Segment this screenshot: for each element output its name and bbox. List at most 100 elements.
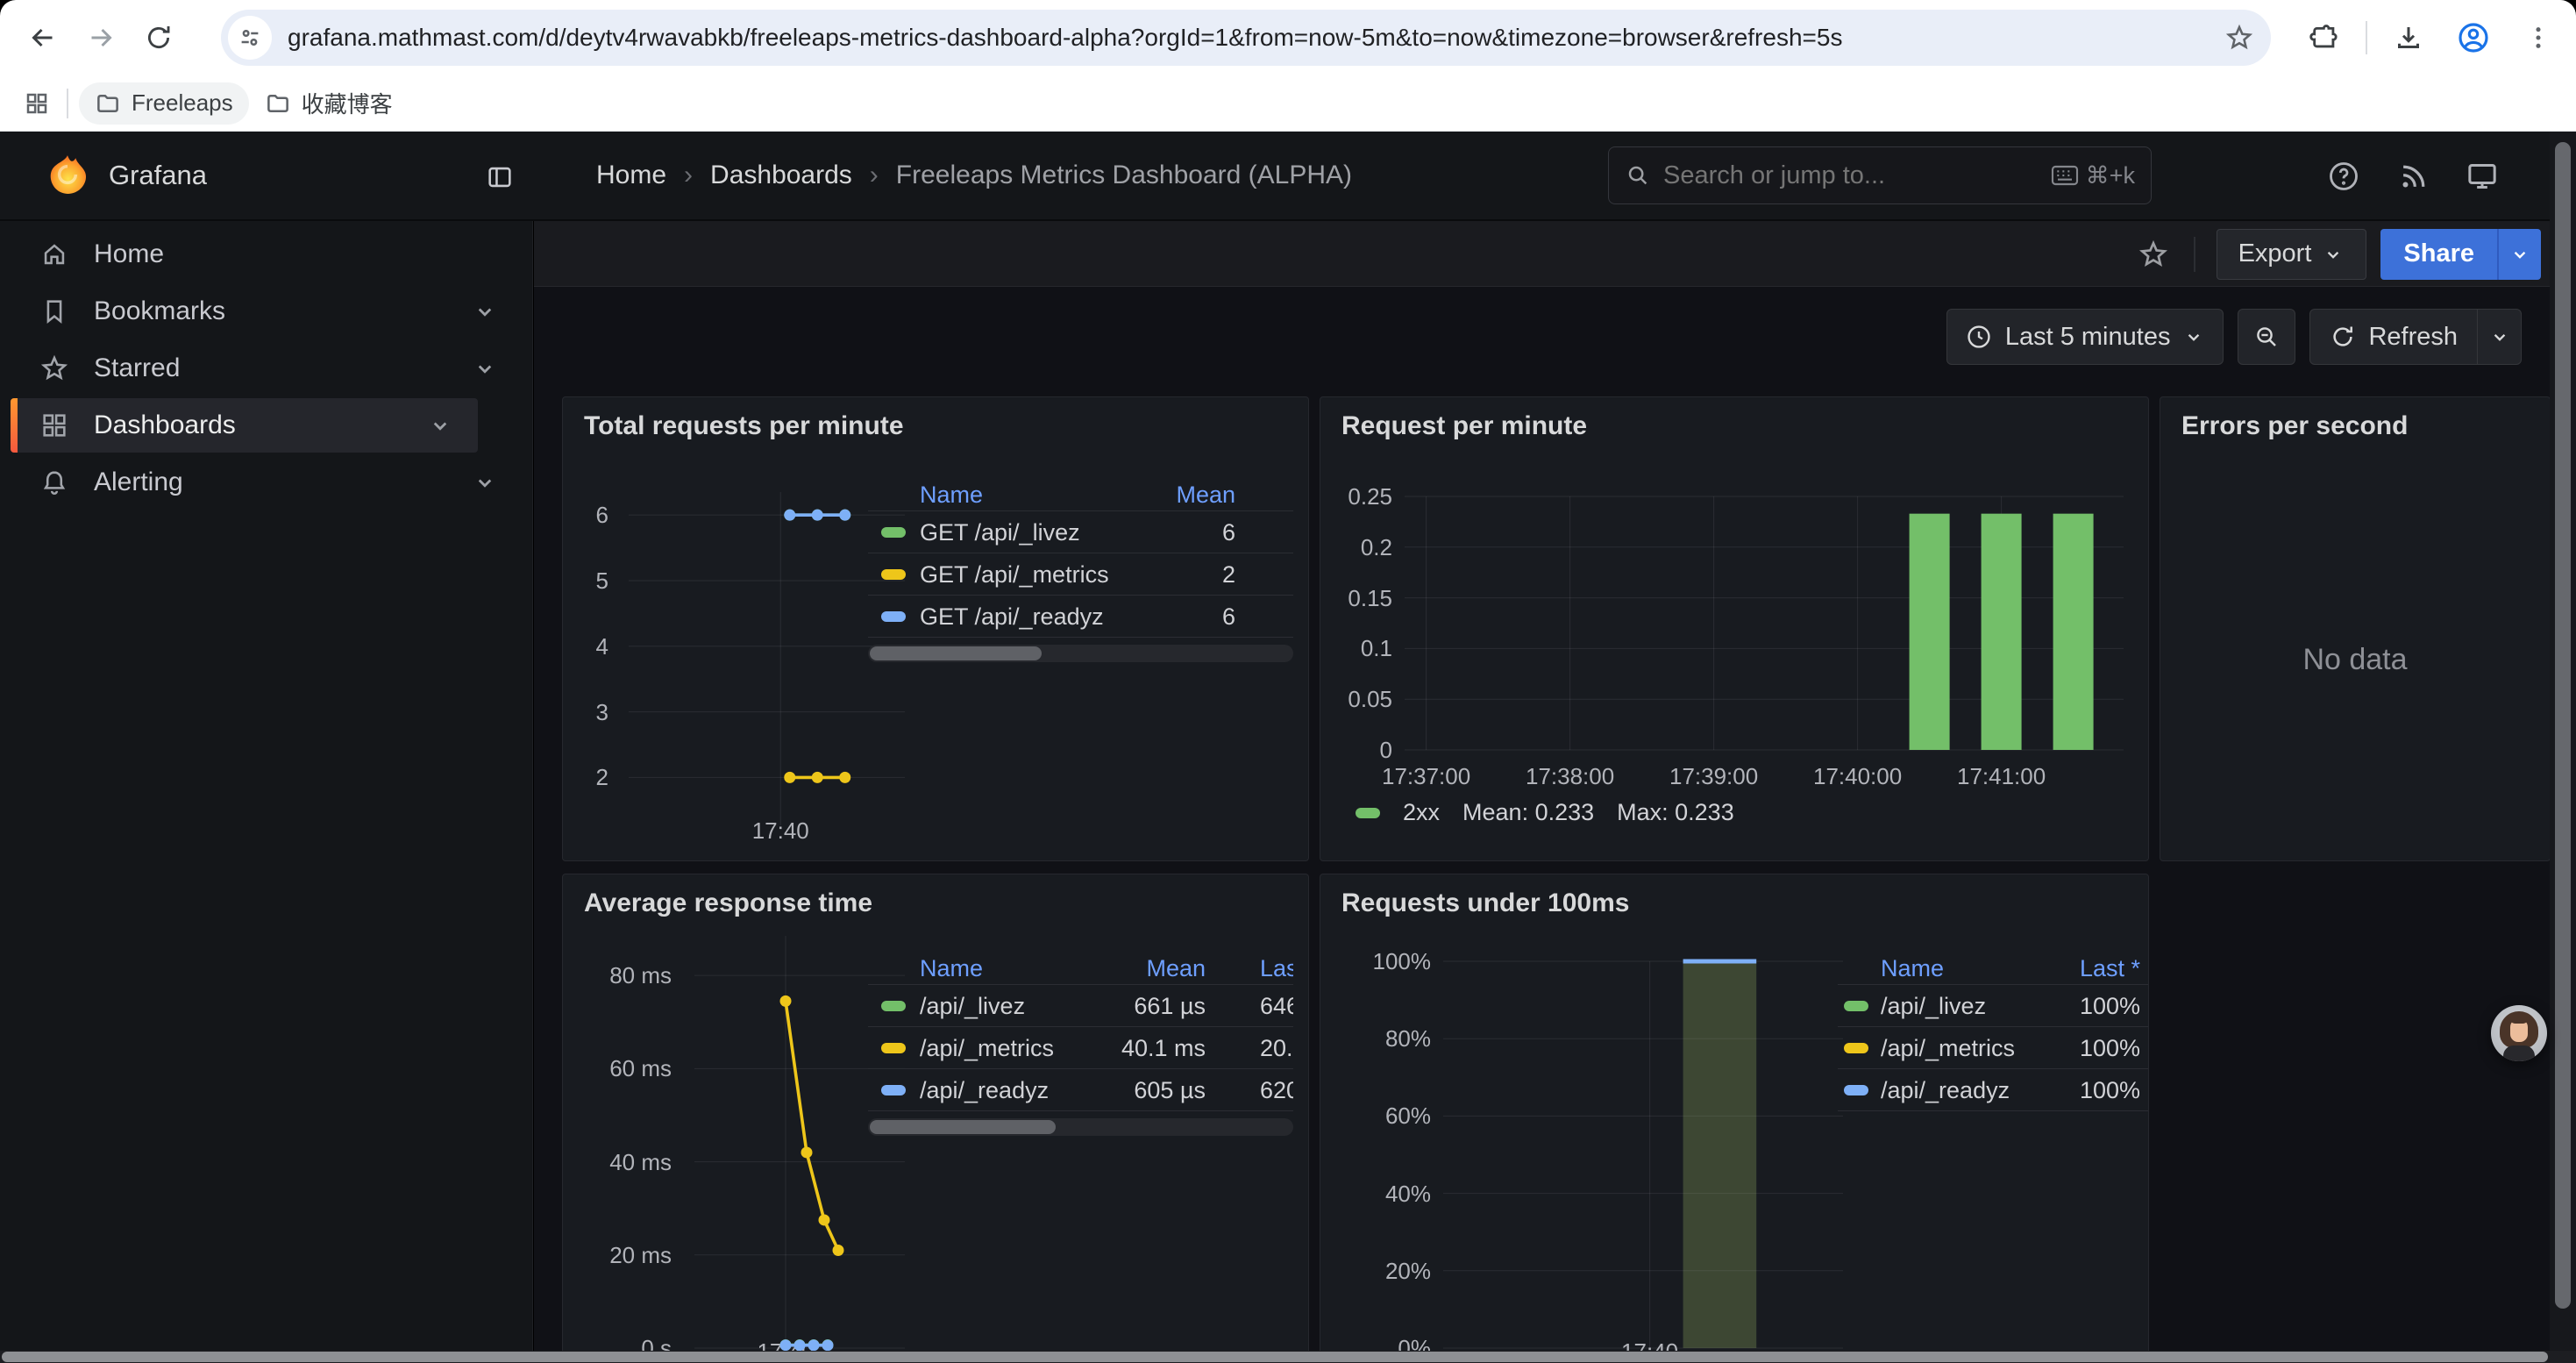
chevron-down-icon bbox=[2508, 243, 2531, 266]
bar bbox=[1910, 514, 1950, 750]
data-point bbox=[784, 772, 795, 783]
panel-p4: Average response time0 s20 ms40 ms60 ms8… bbox=[562, 874, 1309, 1363]
breadcrumb-home[interactable]: Home bbox=[596, 161, 666, 190]
sidebar-item-home[interactable]: Home bbox=[11, 227, 523, 282]
horizontal-scrollbar-thumb[interactable] bbox=[2, 1352, 2548, 1362]
display-button[interactable] bbox=[2460, 154, 2504, 198]
chevron-down-icon[interactable] bbox=[472, 469, 498, 496]
browser-toolbar: grafana.mathmast.com/d/deytv4rwavabkb/fr… bbox=[0, 0, 2576, 75]
browser-menu-button[interactable] bbox=[2509, 9, 2567, 67]
bookmarks-bar: Freeleaps 收藏博客 bbox=[0, 75, 2576, 132]
refresh-interval-button[interactable] bbox=[2477, 310, 2521, 364]
panel-p1: Total requests per minute2345617:40NameM… bbox=[562, 396, 1309, 861]
news-button[interactable] bbox=[2392, 154, 2436, 198]
browser-profile-button[interactable] bbox=[2444, 9, 2502, 67]
legend-value: 40.1 ms bbox=[868, 1027, 1206, 1069]
no-data-message: No data bbox=[2160, 643, 2550, 677]
breadcrumb-dashboards[interactable]: Dashboards bbox=[710, 161, 852, 190]
dashboard-actionbar: Export Share bbox=[534, 221, 2576, 287]
main-content: Export Share Last 5 minutes bbox=[534, 221, 2576, 1363]
breadcrumb-current: Freeleaps Metrics Dashboard (ALPHA) bbox=[896, 161, 1352, 190]
legend-series-name: 2xx bbox=[1403, 799, 1440, 826]
url-text[interactable]: grafana.mathmast.com/d/deytv4rwavabkb/fr… bbox=[288, 24, 2213, 52]
share-menu-button[interactable] bbox=[2497, 229, 2541, 280]
legend-row[interactable]: GET /api/_livez6 bbox=[868, 511, 1293, 553]
vertical-scrollbar[interactable] bbox=[2550, 132, 2576, 1363]
help-button[interactable] bbox=[2322, 154, 2366, 198]
favorite-dashboard-button[interactable] bbox=[2134, 235, 2173, 274]
export-button[interactable]: Export bbox=[2217, 229, 2367, 280]
chevron-down-icon[interactable] bbox=[427, 412, 453, 439]
data-point bbox=[839, 772, 850, 783]
search-input[interactable] bbox=[1663, 161, 2039, 190]
bookmark-folder-freeleaps[interactable]: Freeleaps bbox=[79, 82, 249, 125]
sidebar: Home Bookmarks StarredDashboardsAlerting bbox=[0, 221, 533, 1363]
legend-row[interactable]: GET /api/_metrics2 bbox=[868, 553, 1293, 596]
panel-title[interactable]: Errors per second bbox=[2181, 411, 2408, 441]
chevron-down-icon[interactable] bbox=[472, 355, 498, 382]
extensions-button[interactable] bbox=[2295, 9, 2353, 67]
sidebar-item-label: Bookmarks bbox=[94, 296, 472, 326]
browser-back-button[interactable] bbox=[14, 9, 72, 67]
grafana-logo[interactable] bbox=[46, 153, 89, 197]
legend-scrollbar[interactable] bbox=[868, 645, 1293, 662]
time-range-picker[interactable]: Last 5 minutes bbox=[1946, 309, 2224, 365]
assistant-avatar-widget[interactable] bbox=[2491, 1005, 2547, 1061]
sidebar-item-alerting[interactable]: Alerting bbox=[11, 455, 523, 510]
legend-scrollbar[interactable] bbox=[868, 1118, 1293, 1136]
sidebar-item-bookmarks[interactable]: Bookmarks bbox=[11, 284, 523, 339]
search-box[interactable]: ⌘+k bbox=[1608, 146, 2152, 204]
search-shortcut: ⌘+k bbox=[2051, 162, 2135, 189]
legend-row[interactable]: /api/_readyz605 µs620 µs bbox=[868, 1069, 1293, 1111]
help-icon bbox=[2326, 159, 2361, 194]
chart-plot bbox=[1320, 397, 2149, 861]
browser-forward-button[interactable] bbox=[72, 9, 130, 67]
breadcrumb-separator: › bbox=[684, 161, 693, 190]
legend-row[interactable]: /api/_readyz100% bbox=[1838, 1069, 2149, 1111]
legend-row[interactable]: /api/_metrics40.1 ms20.5 ms bbox=[868, 1027, 1293, 1069]
legend-row[interactable]: GET /api/_readyz6 bbox=[868, 596, 1293, 638]
puzzle-icon bbox=[2309, 23, 2339, 53]
downloads-button[interactable] bbox=[2380, 9, 2437, 67]
vertical-scrollbar-thumb[interactable] bbox=[2555, 142, 2571, 1309]
home-icon bbox=[39, 239, 69, 269]
zoom-out-time-button[interactable] bbox=[2238, 309, 2295, 365]
panel-p2: Request per minute00.050.10.150.20.2517:… bbox=[1320, 396, 2149, 861]
browser-reload-button[interactable] bbox=[130, 9, 188, 67]
refresh-button[interactable]: Refresh bbox=[2310, 310, 2477, 364]
legend-header-last: Last * bbox=[1838, 952, 2140, 985]
chevron-down-icon[interactable] bbox=[472, 298, 498, 325]
brand-name[interactable]: Grafana bbox=[109, 160, 207, 191]
avatar-fringe bbox=[2508, 1016, 2530, 1024]
sidebar-item-dashboards[interactable]: Dashboards bbox=[11, 398, 478, 453]
data-point bbox=[780, 995, 792, 1007]
refresh-icon bbox=[2330, 324, 2356, 350]
legend-row[interactable]: /api/_metrics100% bbox=[1838, 1027, 2149, 1069]
site-settings-button[interactable] bbox=[228, 16, 272, 60]
breadcrumb-separator: › bbox=[870, 161, 879, 190]
chevron-down-icon bbox=[2182, 325, 2205, 348]
apps-button[interactable] bbox=[12, 75, 61, 132]
bookmark-icon bbox=[39, 296, 69, 326]
dock-menu-button[interactable] bbox=[480, 158, 519, 196]
horizontal-scrollbar[interactable] bbox=[0, 1351, 2576, 1363]
kebab-menu-icon bbox=[2524, 24, 2552, 52]
avatar-body bbox=[2503, 1045, 2535, 1061]
bookmark-folder-blog[interactable]: 收藏博客 bbox=[249, 82, 409, 125]
dock-panel-icon bbox=[485, 162, 515, 192]
legend-value: 661 µs bbox=[868, 985, 1206, 1027]
legend-inline: 2xxMean: 0.233Max: 0.233 bbox=[1356, 799, 1734, 826]
bell-icon bbox=[39, 467, 69, 497]
back-arrow-icon bbox=[27, 22, 59, 54]
series-line bbox=[786, 1001, 838, 1250]
share-button[interactable]: Share bbox=[2380, 229, 2497, 280]
url-bar[interactable]: grafana.mathmast.com/d/deytv4rwavabkb/fr… bbox=[221, 10, 2271, 66]
legend-value: 20.5 ms bbox=[1260, 1027, 1293, 1069]
bookmark-page-button[interactable] bbox=[2213, 11, 2266, 64]
legend-scrollbar-thumb bbox=[870, 646, 1042, 660]
zoom-out-icon bbox=[2252, 323, 2281, 351]
legend-row[interactable]: /api/_livez100% bbox=[1838, 985, 2149, 1027]
legend-row[interactable]: /api/_livez661 µs646 µs bbox=[868, 985, 1293, 1027]
sidebar-item-starred[interactable]: Starred bbox=[11, 341, 523, 396]
data-point bbox=[819, 1214, 830, 1225]
